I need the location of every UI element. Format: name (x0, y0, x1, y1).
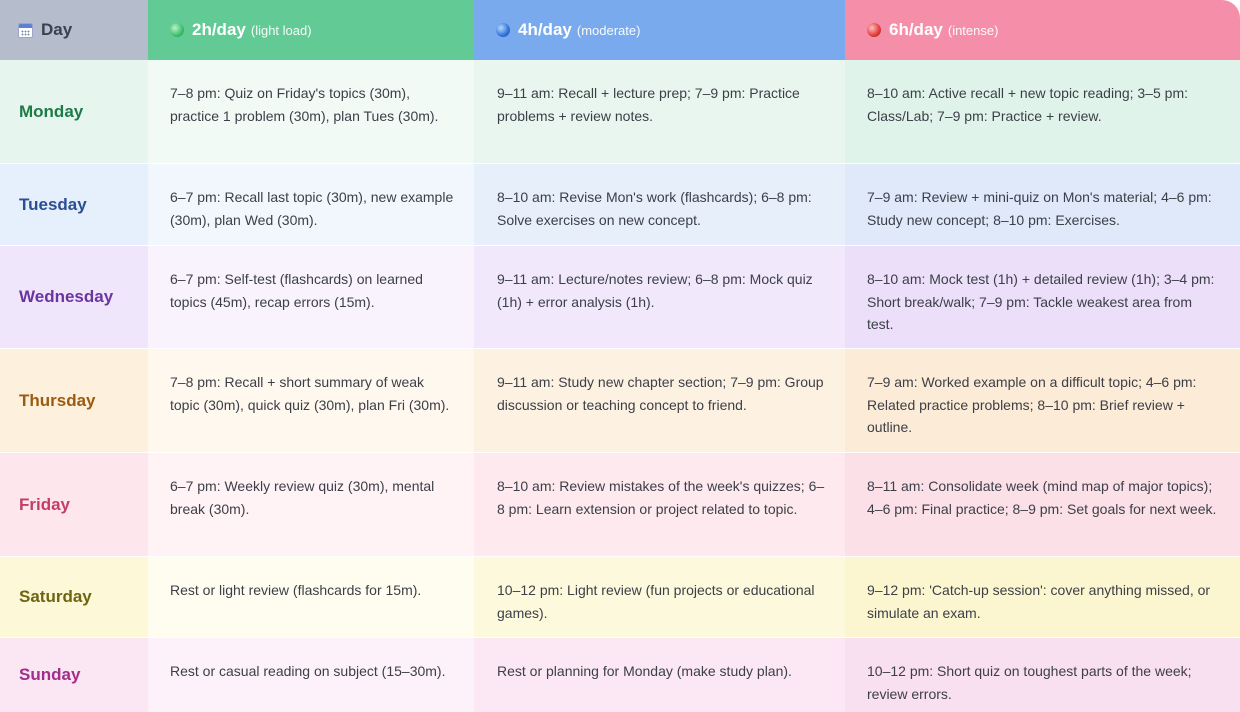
header-moderate-sub: (moderate) (576, 22, 641, 38)
day-label: Monday (0, 60, 148, 164)
intense-plan-cell: 7–9 am: Review + mini-quiz on Mon's mate… (845, 164, 1240, 246)
moderate-plan-cell: 10–12 pm: Light review (fun projects or … (474, 557, 845, 638)
light-plan-cell: 6–7 pm: Weekly review quiz (30m), mental… (148, 453, 474, 557)
light-plan-cell: 6–7 pm: Recall last topic (30m), new exa… (148, 164, 474, 246)
green-circle-icon (170, 23, 184, 37)
light-plan-cell: Rest or light review (flashcards for 15m… (148, 557, 474, 638)
moderate-plan-cell: 9–11 am: Recall + lecture prep; 7–9 pm: … (474, 60, 845, 164)
moderate-plan-cell: 9–11 am: Study new chapter section; 7–9 … (474, 349, 845, 453)
header-light-sub: (light load) (250, 22, 312, 38)
day-label: Tuesday (0, 164, 148, 246)
light-plan-cell: Rest or casual reading on subject (15–30… (148, 638, 474, 712)
day-label: Saturday (0, 557, 148, 638)
moderate-plan-cell: 9–11 am: Lecture/notes review; 6–8 pm: M… (474, 246, 845, 349)
intense-plan-cell: 10–12 pm: Short quiz on toughest parts o… (845, 638, 1240, 712)
red-circle-icon (867, 23, 881, 37)
header-moderate-load: 4h/day (moderate) (474, 0, 845, 60)
header-intense-title: 6h/day (889, 20, 943, 39)
light-plan-cell: 6–7 pm: Self-test (flashcards) on learne… (148, 246, 474, 349)
light-plan-cell: 7–8 pm: Quiz on Friday's topics (30m), p… (148, 60, 474, 164)
moderate-plan-cell: 8–10 am: Review mistakes of the week's q… (474, 453, 845, 557)
header-light-load: 2h/day (light load) (148, 0, 474, 60)
moderate-plan-cell: Rest or planning for Monday (make study … (474, 638, 845, 712)
intense-plan-cell: 9–12 pm: 'Catch-up session': cover anyth… (845, 557, 1240, 638)
day-label: Wednesday (0, 246, 148, 349)
intense-plan-cell: 8–10 am: Active recall + new topic readi… (845, 60, 1240, 164)
calendar-icon (18, 22, 33, 38)
moderate-plan-cell: 8–10 am: Revise Mon's work (flashcards);… (474, 164, 845, 246)
intense-plan-cell: 8–11 am: Consolidate week (mind map of m… (845, 453, 1240, 557)
study-schedule-table: Day 2h/day (light load) 4h/day (moderate… (0, 0, 1240, 712)
header-day: Day (0, 0, 148, 60)
header-intense-load: 6h/day (intense) (845, 0, 1240, 60)
header-day-label: Day (41, 20, 73, 39)
light-plan-cell: 7–8 pm: Recall + short summary of weak t… (148, 349, 474, 453)
day-label: Sunday (0, 638, 148, 712)
header-intense-sub: (intense) (947, 22, 999, 38)
blue-circle-icon (496, 23, 510, 37)
header-moderate-title: 4h/day (518, 20, 572, 39)
day-label: Thursday (0, 349, 148, 453)
header-light-title: 2h/day (192, 20, 246, 39)
intense-plan-cell: 7–9 am: Worked example on a difficult to… (845, 349, 1240, 453)
day-label: Friday (0, 453, 148, 557)
intense-plan-cell: 8–10 am: Mock test (1h) + detailed revie… (845, 246, 1240, 349)
